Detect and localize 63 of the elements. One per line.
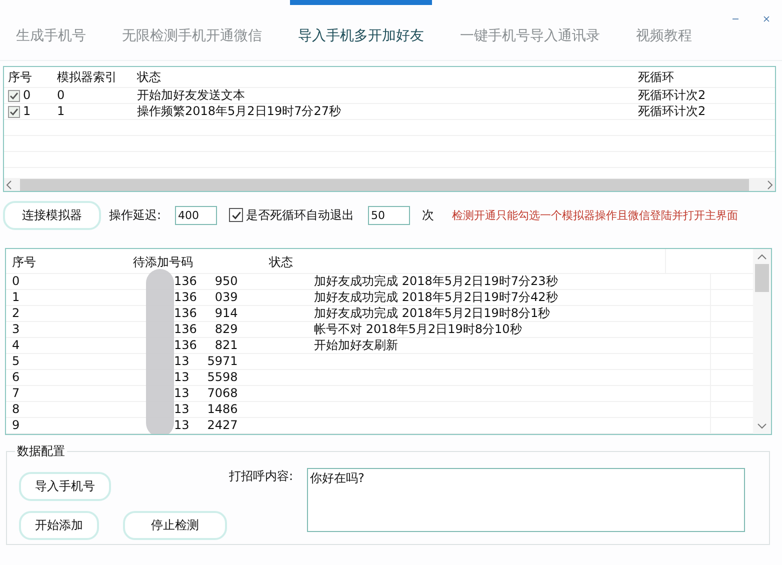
- table-cell-text: 4: [11, 338, 21, 353]
- column-header: 状态: [268, 254, 294, 271]
- table-cell: 136: [174, 290, 197, 305]
- table-cell: 加好友成功完成 2018年5月2日19时7分42秒: [314, 290, 558, 305]
- delay-label: 操作延迟:: [109, 206, 162, 224]
- column-header: 待添加号码: [132, 254, 194, 271]
- column-header: 状态: [136, 69, 162, 86]
- table-cell-text: 0: [11, 274, 21, 289]
- connect-emulator-button[interactable]: 连接模拟器: [3, 200, 101, 230]
- table-cell-text: 0: [56, 88, 66, 103]
- table-cell: 5971: [207, 354, 238, 369]
- table-cell: 开始加好友刷新: [314, 338, 398, 353]
- table-cell-text: 7: [11, 386, 21, 401]
- table-cell: 加好友成功完成 2018年5月2日19时8分1秒: [314, 306, 550, 321]
- table-cell: 136: [174, 322, 197, 337]
- start-button[interactable]: 开始添加: [19, 511, 99, 540]
- table-cell-text: 死循环计次2: [637, 88, 707, 103]
- table-cell-text: 3: [11, 322, 21, 337]
- table-cell: 136: [174, 274, 197, 289]
- greeting-label: 打招呼内容:: [229, 468, 294, 485]
- table-cell-text: 死循环计次2: [637, 104, 707, 119]
- table-cell-text: 9: [11, 418, 21, 433]
- table-cell: 帐号不对 2018年5月2日19时8分10秒: [314, 322, 522, 337]
- table-cell: 950: [214, 274, 238, 289]
- delay-field[interactable]: 400: [175, 206, 218, 224]
- import-button[interactable]: 导入手机号: [19, 472, 111, 501]
- table-cell-text: 5: [11, 354, 21, 369]
- table-cell: 829: [214, 322, 238, 337]
- table-cell: 13: [174, 354, 190, 369]
- table-cell: 136: [174, 338, 197, 353]
- table-cell: 136: [174, 306, 197, 321]
- count-unit: 次: [422, 206, 434, 224]
- table-cell-text: 开始加好友发送文本: [136, 88, 246, 103]
- table-cell: 5598: [207, 370, 238, 385]
- table-cell: 0: [23, 88, 31, 103]
- table-cell: 039: [214, 290, 238, 305]
- table-cell: 加好友成功完成 2018年5月2日19时7分23秒: [314, 274, 558, 289]
- table-cell-text: 2: [11, 306, 21, 321]
- warning-text: 检测开通只能勾选一个模拟器操作且微信登陆并打开主界面: [452, 208, 738, 222]
- table-cell: 13: [174, 402, 190, 417]
- table-cell: 13: [174, 386, 190, 401]
- greeting-field[interactable]: 你好在吗?: [307, 468, 745, 532]
- table-cell-text: 8: [11, 402, 21, 417]
- table-cell: 7068: [207, 386, 238, 401]
- count-field[interactable]: 50: [368, 206, 410, 224]
- column-header: 序号: [7, 69, 33, 86]
- table-cell-text: 1: [11, 290, 21, 305]
- table-cell-text: 6: [11, 370, 21, 385]
- table-cell: 13: [174, 370, 190, 385]
- table-cell-text: 操作频繁2018年5月2日19时7分27秒: [136, 104, 342, 119]
- table-cell: 1: [23, 104, 31, 119]
- group-title: 数据配置: [15, 443, 67, 460]
- stop-button[interactable]: 停止检测: [123, 511, 227, 540]
- column-header: 序号: [11, 254, 37, 271]
- table-cell: 2427: [207, 418, 238, 433]
- auto-exit-label: 是否死循环自动退出: [246, 206, 354, 224]
- column-header: 模拟器索引: [56, 69, 118, 86]
- table-cell: 1486: [207, 402, 238, 417]
- table-cell: 821: [214, 338, 238, 353]
- column-header: 死循环: [637, 69, 675, 86]
- table-cell-text: 1: [56, 104, 66, 119]
- table-cell: 13: [174, 418, 190, 433]
- table-cell: 914: [214, 306, 238, 321]
